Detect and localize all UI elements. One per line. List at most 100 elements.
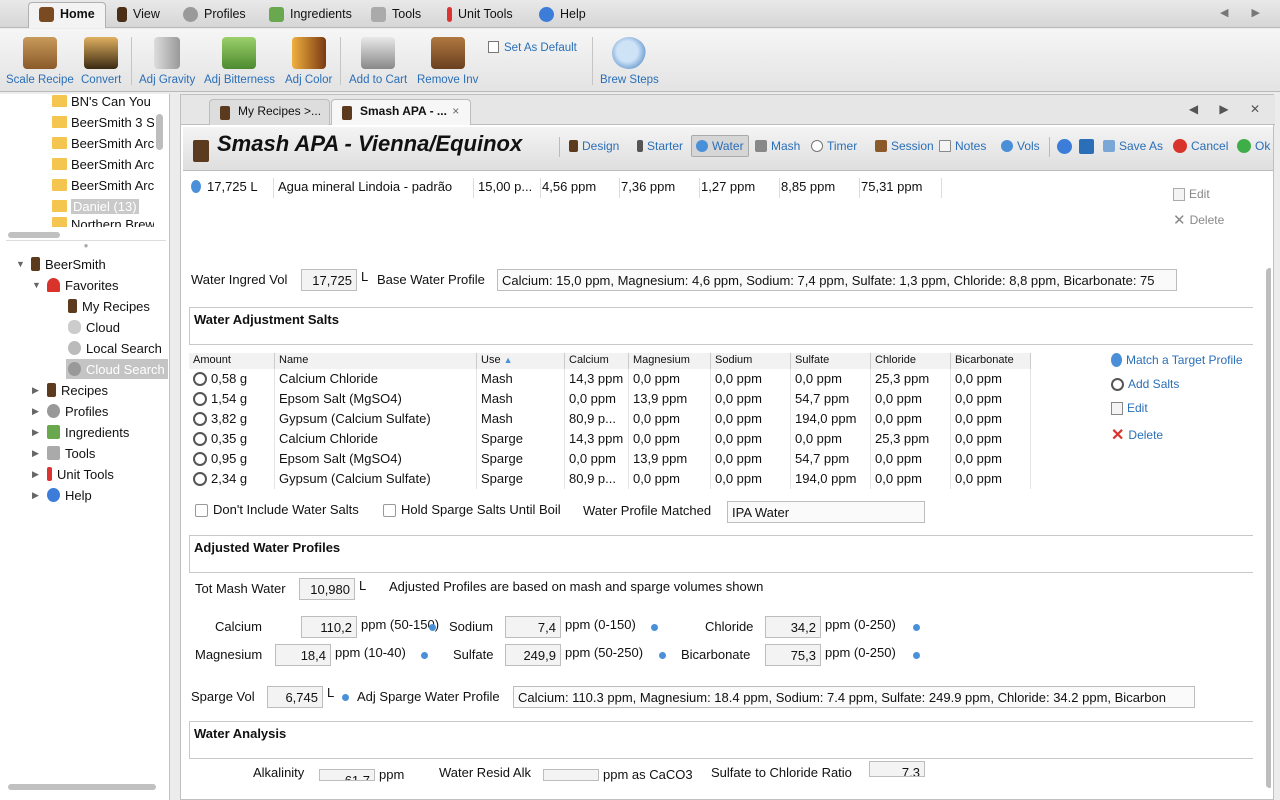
set-as-default-button[interactable]: Set As Default	[488, 41, 577, 54]
scale-recipe-button[interactable]: Scale Recipe	[6, 35, 74, 86]
tree-folder[interactable]: BeerSmith Arc	[52, 133, 154, 153]
tab-tools[interactable]: Tools	[360, 2, 432, 28]
water-profile-matched-field[interactable]: IPA Water	[727, 501, 925, 523]
edit-water-button[interactable]: Edit	[1173, 187, 1210, 201]
save-as-button[interactable]: Save As	[1103, 135, 1163, 157]
chloride-field[interactable]: 34,2	[765, 616, 821, 638]
save-button[interactable]	[1079, 135, 1094, 157]
tree-item-help[interactable]: ▶ Help	[32, 485, 92, 505]
mash-button[interactable]: Mash	[755, 135, 800, 157]
hold-sparge-salts-checkbox[interactable]	[383, 504, 396, 517]
content-scrollbar[interactable]	[1266, 268, 1271, 788]
adj-sparge-profile-field[interactable]: Calcium: 110.3 ppm, Magnesium: 18.4 ppm,…	[513, 686, 1195, 708]
salt-magnesium: 13,9 ppm	[629, 449, 711, 469]
col-sodium[interactable]: Sodium	[711, 353, 791, 369]
tree-folder[interactable]: BN's Can You	[52, 91, 154, 111]
tree-item-beersmith[interactable]: ▼ BeerSmith	[16, 254, 106, 274]
calcium-field[interactable]: 110,2	[301, 616, 357, 638]
salt-row[interactable]: 2,34 g Gypsum (Calcium Sulfate) Sparge 80,9…	[189, 469, 1031, 489]
col-amount[interactable]: Amount	[189, 353, 275, 369]
session-button[interactable]: Session	[875, 135, 934, 157]
tree-item-profiles[interactable]: ▶ Profiles	[32, 401, 108, 421]
col-bicarbonate[interactable]: Bicarbonate	[951, 353, 1031, 369]
remove-inv-button[interactable]: Remove Inv	[417, 35, 478, 86]
tab-home[interactable]: Home	[28, 2, 106, 28]
tree-hscrollbar[interactable]	[8, 232, 60, 238]
starter-button[interactable]: Starter	[637, 135, 683, 157]
adj-gravity-button[interactable]: Adj Gravity	[139, 35, 195, 86]
tab-recipe[interactable]: Smash APA - ... ×	[331, 99, 471, 125]
col-name[interactable]: Name	[275, 353, 477, 369]
help-button[interactable]	[1057, 135, 1072, 157]
match-target-profile-button[interactable]: Match a Target Profile	[1111, 353, 1243, 367]
sulfate-field[interactable]: 249,9	[505, 644, 561, 666]
tree-item-my-recipes[interactable]: My Recipes	[68, 296, 150, 316]
salt-row[interactable]: 0,58 g Calcium Chloride Mash 14,3 ppm 0,0 pp…	[189, 369, 1031, 389]
sparge-vol-field[interactable]: 6,745	[267, 686, 323, 708]
convert-button[interactable]: Convert	[81, 35, 121, 86]
tab-profiles[interactable]: Profiles	[172, 2, 257, 28]
col-chloride[interactable]: Chloride	[871, 353, 951, 369]
tree-item-tools[interactable]: ▶ Tools	[32, 443, 95, 463]
adj-bitterness-button[interactable]: Adj Bitterness	[204, 35, 275, 86]
tab-my-recipes[interactable]: My Recipes >...	[209, 99, 331, 125]
alkalinity-field[interactable]: 61,7	[319, 769, 375, 781]
sodium-field[interactable]: 7,4	[505, 616, 561, 638]
ribbon-nav-arrows[interactable]: ◀ ▶	[1220, 6, 1270, 19]
tree-folder[interactable]: BeerSmith Arc	[52, 175, 154, 195]
brew-steps-button[interactable]: Brew Steps	[600, 35, 659, 86]
tree-item-unit-tools[interactable]: ▶ Unit Tools	[32, 464, 114, 484]
salt-row[interactable]: 0,35 g Calcium Chloride Sparge 14,3 ppm 0,0 …	[189, 429, 1031, 449]
design-button[interactable]: Design	[569, 135, 619, 157]
water-button[interactable]: Water	[691, 135, 749, 157]
notes-button[interactable]: Notes	[939, 135, 986, 157]
tree-item-ingredients[interactable]: ▶ Ingredients	[32, 422, 129, 442]
bicarbonate-field[interactable]: 75,3	[765, 644, 821, 666]
tree-scrollbar[interactable]	[156, 114, 163, 150]
tree-item-favorites[interactable]: ▼ Favorites	[32, 275, 118, 295]
salt-sodium: 0,0 ppm	[711, 469, 791, 489]
tree-item-cloud[interactable]: Cloud	[68, 317, 120, 337]
vols-button[interactable]: Vols	[1001, 135, 1040, 157]
add-salts-button[interactable]: Add Salts	[1111, 377, 1179, 391]
timer-button[interactable]: Timer	[811, 135, 857, 157]
tree-folder[interactable]: BeerSmith Arc	[52, 154, 154, 174]
tot-mash-water-field[interactable]: 10,980	[299, 578, 355, 600]
tab-controls[interactable]: ◀ ▶ ✕	[1189, 102, 1269, 116]
delete-salt-button[interactable]: ✕ Delete	[1111, 425, 1163, 445]
base-water-profile-field[interactable]: Calcium: 15,0 ppm, Magnesium: 4,6 ppm, S…	[497, 269, 1177, 291]
salt-row[interactable]: 0,95 g Epsom Salt (MgSO4) Sparge 0,0 ppm 13,…	[189, 449, 1031, 469]
col-sulfate[interactable]: Sulfate	[791, 353, 871, 369]
edit-salt-button[interactable]: Edit	[1111, 401, 1148, 415]
tab-help[interactable]: Help	[528, 2, 597, 28]
tree-folder-selected[interactable]: Daniel (13)	[52, 196, 154, 216]
tree-item-local-search[interactable]: Local Search	[68, 338, 162, 358]
sulfate-chloride-ratio-field[interactable]: 7,3	[869, 761, 925, 777]
col-use[interactable]: Use ▲	[477, 353, 565, 369]
tab-unit-tools[interactable]: Unit Tools	[436, 2, 524, 28]
water-row[interactable]: 17,725 L Agua mineral Lindoia - padrão 1…	[189, 178, 949, 198]
tree-folder[interactable]: Northern Brew	[52, 217, 154, 227]
salt-chloride: 25,3 ppm	[871, 369, 951, 389]
tab-ingredients[interactable]: Ingredients	[258, 2, 363, 28]
adj-color-button[interactable]: Adj Color	[285, 35, 332, 86]
water-ingred-vol-field[interactable]: 17,725	[301, 269, 357, 291]
tree-item-cloud-search[interactable]: Cloud Search	[66, 359, 168, 379]
tab-view[interactable]: View	[106, 2, 171, 28]
close-tab-icon[interactable]: ×	[452, 104, 459, 118]
col-magnesium[interactable]: Magnesium	[629, 353, 711, 369]
tree-item-recipes[interactable]: ▶ Recipes	[32, 380, 108, 400]
col-calcium[interactable]: Calcium	[565, 353, 629, 369]
dont-include-water-salts-checkbox[interactable]	[195, 504, 208, 517]
delete-water-button[interactable]: ✕ Delete	[1173, 211, 1224, 229]
tree-folder[interactable]: BeerSmith 3 S	[52, 112, 154, 132]
salt-row[interactable]: 1,54 g Epsom Salt (MgSO4) Mash 0,0 ppm 13,9 …	[189, 389, 1031, 409]
tree-bottom-hscrollbar[interactable]	[8, 784, 156, 790]
ok-button[interactable]: Ok	[1237, 135, 1270, 157]
magnesium-field[interactable]: 18,4	[275, 644, 331, 666]
add-to-cart-button[interactable]: Add to Cart	[349, 35, 407, 86]
salt-row[interactable]: 3,82 g Gypsum (Calcium Sulfate) Mash 80,9 p…	[189, 409, 1031, 429]
cancel-button[interactable]: Cancel	[1173, 135, 1228, 157]
panel-splitter[interactable]: ●	[6, 240, 166, 250]
water-resid-alk-field[interactable]	[543, 769, 599, 781]
